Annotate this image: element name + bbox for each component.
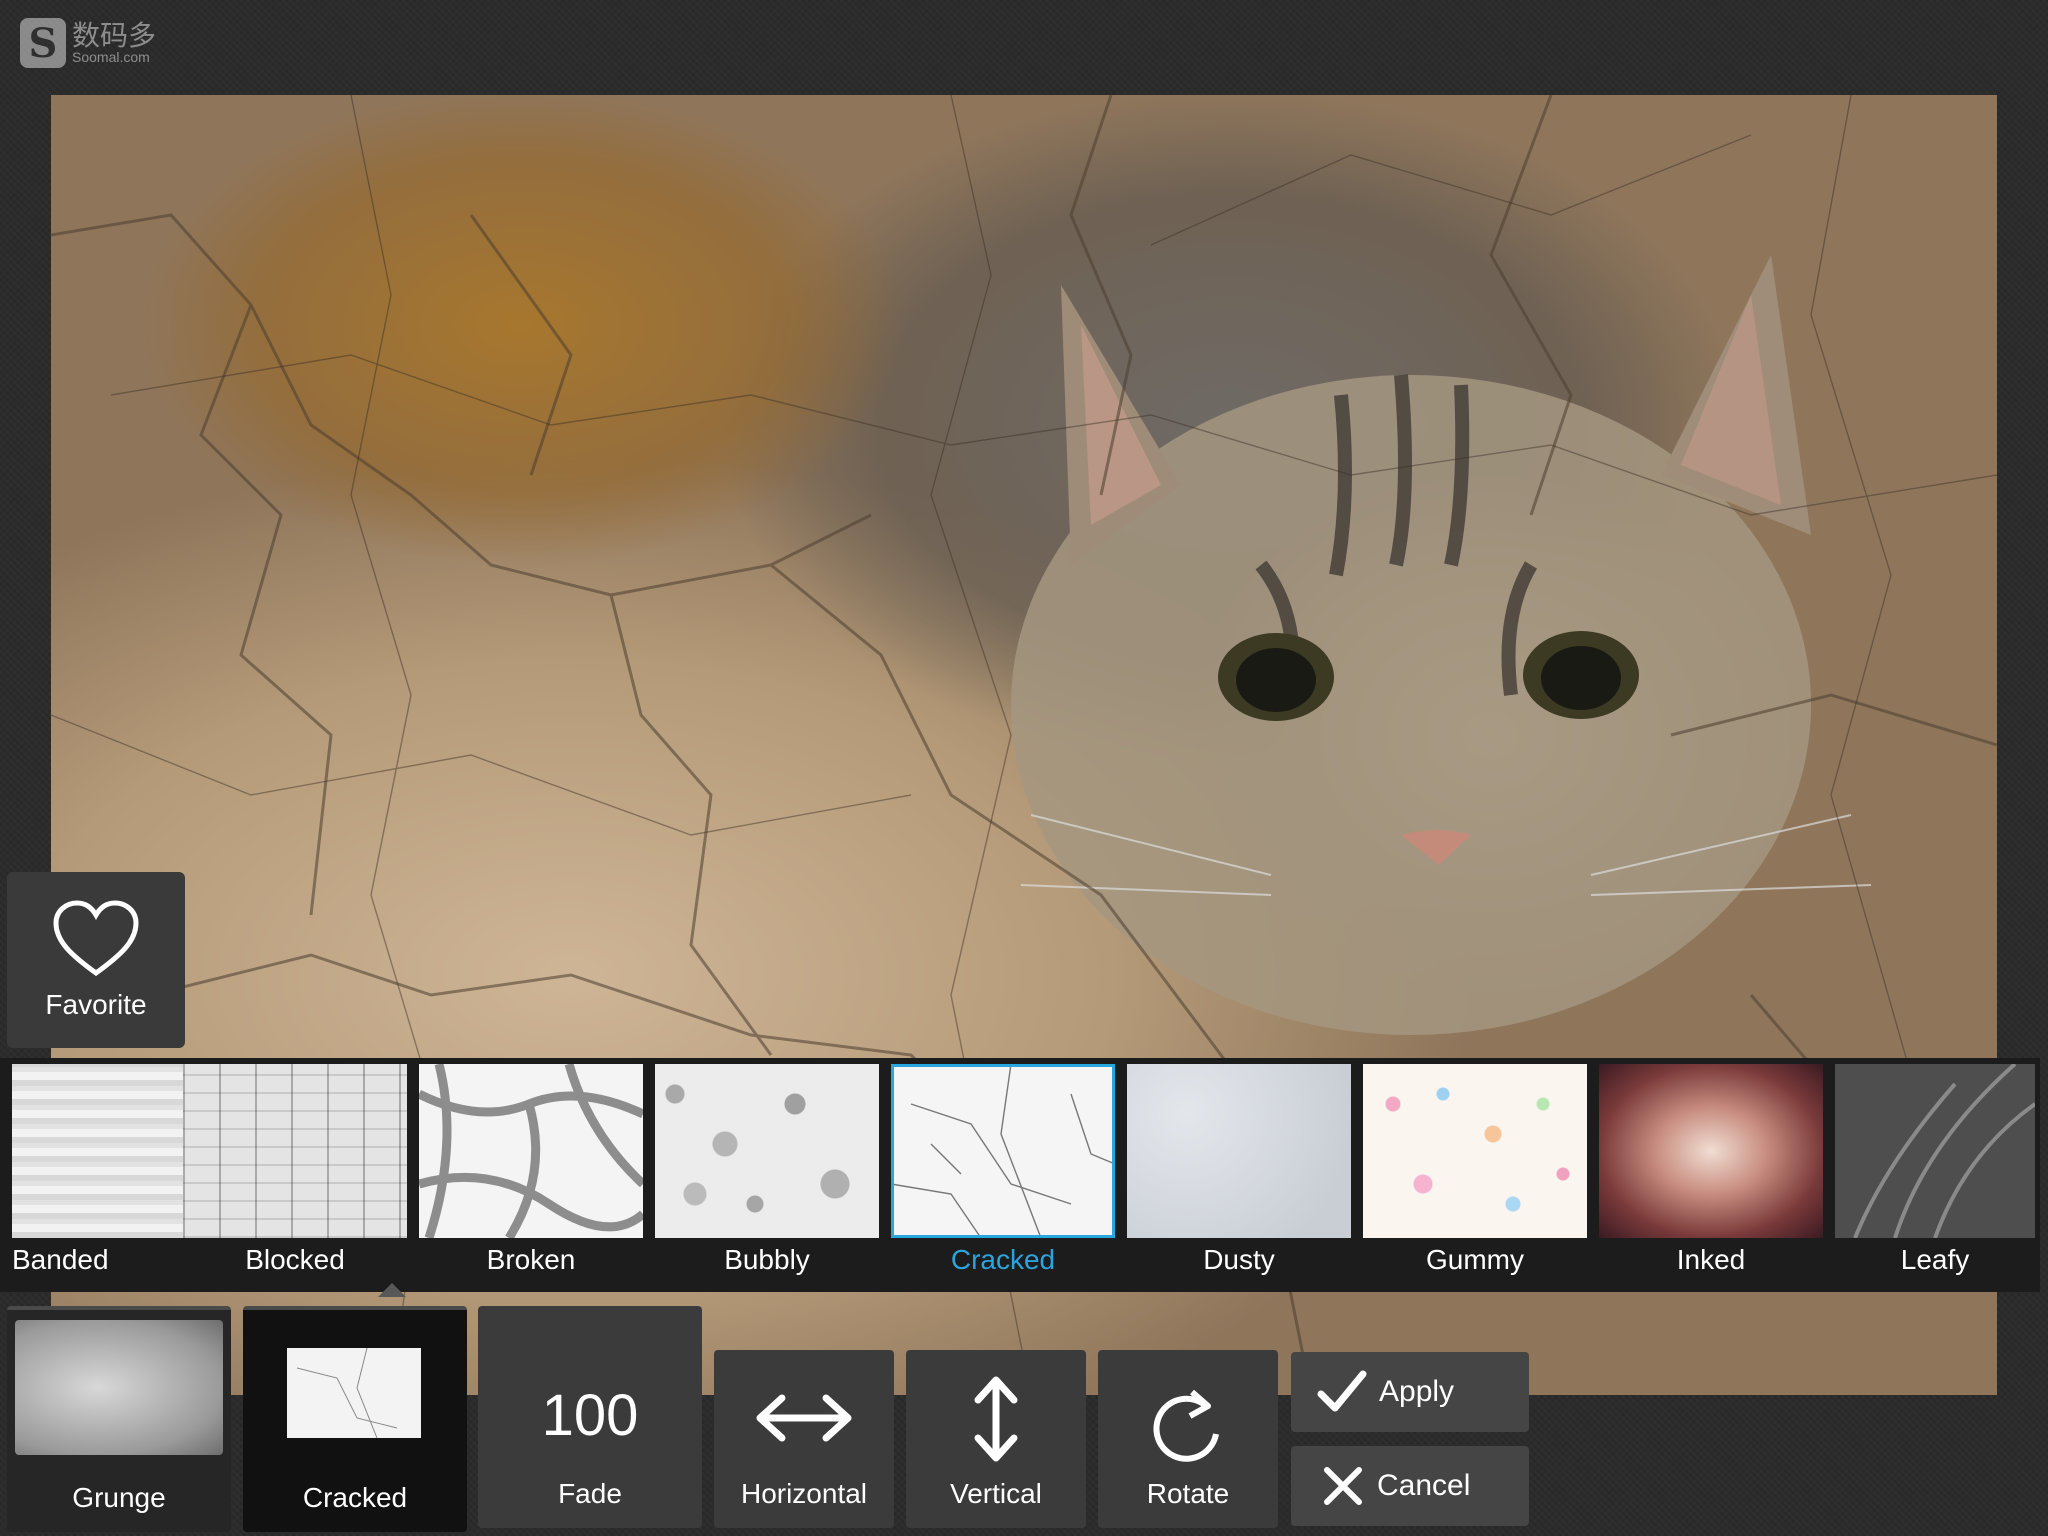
category-grunge-label: Grunge: [72, 1482, 166, 1513]
horizontal-label: Horizontal: [740, 1478, 868, 1509]
horizontal-flip-button[interactable]: Horizontal: [714, 1350, 894, 1528]
category-grunge-button[interactable]: Grunge: [7, 1306, 231, 1532]
texture-gummy[interactable]: Gummy: [1363, 1064, 1587, 1276]
texture-label: Bubbly: [724, 1244, 810, 1275]
texture-broken[interactable]: Broken: [419, 1064, 643, 1276]
texture-thumb: [655, 1064, 879, 1238]
heart-icon: [53, 900, 139, 977]
cancel-button[interactable]: Cancel: [1291, 1446, 1529, 1526]
texture-thumb: [891, 1064, 1115, 1238]
apply-button[interactable]: Apply: [1291, 1352, 1529, 1432]
watermark-logo: S: [20, 18, 66, 68]
swap-horizontal-icon: [756, 1394, 852, 1442]
swap-vertical-icon: [974, 1376, 1018, 1462]
rotate-label: Rotate: [1146, 1478, 1230, 1509]
favorite-button[interactable]: Favorite: [7, 872, 185, 1048]
texture-label: Dusty: [1203, 1244, 1275, 1275]
texture-inked[interactable]: Inked: [1599, 1064, 1823, 1276]
texture-thumb: [1835, 1064, 2035, 1238]
category-cracked-button[interactable]: Cracked: [243, 1306, 467, 1532]
texture-thumb: [183, 1064, 407, 1238]
leafy-pattern: [1853, 1064, 2035, 1238]
cracked-mini-pattern: [296, 1348, 398, 1438]
texture-thumb: [1127, 1064, 1351, 1238]
apply-label: Apply: [1379, 1375, 1455, 1408]
texture-label: Inked: [1676, 1244, 1746, 1275]
cracked-pattern: [891, 1064, 1115, 1238]
rotate-button[interactable]: Rotate: [1098, 1350, 1278, 1528]
texture-leafy[interactable]: Leafy: [1835, 1064, 2035, 1276]
vertical-label: Vertical: [950, 1478, 1042, 1509]
fade-control[interactable]: 100 Fade: [478, 1306, 702, 1528]
texture-thumb: [1363, 1064, 1587, 1238]
watermark: S 数码多 Soomal.com: [20, 18, 156, 68]
category-cracked-label: Cracked: [302, 1482, 408, 1513]
vertical-flip-button[interactable]: Vertical: [906, 1350, 1086, 1528]
texture-thumb: [419, 1064, 643, 1238]
cancel-label: Cancel: [1377, 1469, 1471, 1502]
texture-blocked[interactable]: Blocked: [183, 1064, 407, 1276]
watermark-cn: 数码多: [72, 19, 157, 52]
favorite-label: Favorite: [45, 989, 147, 1020]
cracked-thumb: [287, 1348, 421, 1438]
texture-bubbly[interactable]: Bubbly: [655, 1064, 879, 1276]
texture-strip[interactable]: Banded Blocked Broken Bubbly Cracked Dus…: [0, 1058, 2040, 1292]
category-pointer: [378, 1283, 406, 1297]
texture-dusty[interactable]: Dusty: [1127, 1064, 1351, 1276]
texture-cracked[interactable]: Cracked: [891, 1064, 1115, 1276]
broken-pattern: [419, 1064, 643, 1238]
fade-label: Fade: [558, 1478, 622, 1509]
texture-label: Blocked: [245, 1244, 345, 1275]
texture-label: Gummy: [1426, 1244, 1524, 1275]
grunge-thumb: [15, 1320, 223, 1455]
texture-label: Cracked: [950, 1244, 1056, 1275]
texture-label: Banded: [12, 1244, 109, 1275]
check-icon: [1317, 1370, 1367, 1412]
fade-value: 100: [541, 1383, 639, 1448]
texture-label: Leafy: [1900, 1244, 1970, 1275]
close-icon: [1324, 1467, 1362, 1505]
watermark-en: Soomal.com: [72, 49, 150, 65]
texture-label: Broken: [486, 1244, 576, 1275]
rotate-icon: [1153, 1389, 1219, 1462]
texture-thumb: [1599, 1064, 1823, 1238]
